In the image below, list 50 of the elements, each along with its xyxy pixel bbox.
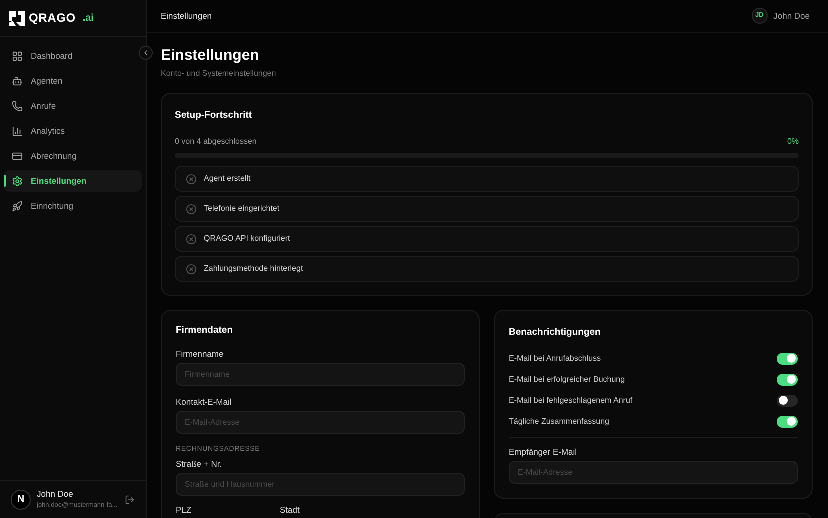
logout-icon[interactable] bbox=[125, 494, 135, 504]
card-title: Benachrichtigungen bbox=[509, 326, 602, 340]
step-label: Telefonie eingerichtet bbox=[204, 204, 280, 214]
rocket-icon bbox=[12, 200, 23, 212]
header-title: Einstellungen bbox=[161, 10, 212, 22]
toggle-switch[interactable] bbox=[777, 374, 798, 386]
toggle-switch[interactable] bbox=[777, 394, 798, 406]
field-label: Firmenname bbox=[176, 349, 225, 360]
field-label: Straße + Nr. bbox=[176, 459, 224, 470]
card-title: Setup-Fortschritt bbox=[175, 109, 254, 123]
nav-item[interactable]: Dashboard bbox=[4, 45, 142, 67]
field-label: PLZ bbox=[176, 505, 193, 516]
progress-percent: 0% bbox=[787, 136, 799, 148]
nav-item[interactable]: Agenten bbox=[4, 70, 142, 92]
field-label: Empfänger E-Mail bbox=[509, 446, 578, 456]
settings-icon bbox=[12, 176, 23, 186]
toggle-switch[interactable] bbox=[777, 352, 798, 364]
page-title: Einstellungen bbox=[161, 47, 260, 65]
field-label: Stadt bbox=[280, 505, 301, 516]
step-label: Zahlungsmethode hinterlegt bbox=[204, 264, 304, 274]
toggle-switch[interactable] bbox=[777, 416, 798, 428]
field-label: Kontakt-E-Mail bbox=[176, 397, 233, 408]
nav-item[interactable]: Abrechnung bbox=[4, 145, 142, 167]
avatar: N bbox=[11, 490, 31, 510]
bar-chart-icon bbox=[12, 126, 23, 136]
active-indicator bbox=[4, 175, 6, 187]
nav-item[interactable]: Anrufe bbox=[4, 95, 142, 117]
credit-card-icon bbox=[12, 150, 23, 162]
step-label: Agent erstellt bbox=[204, 174, 251, 184]
toggle-label: E-Mail bei Anrufabschluss bbox=[509, 352, 602, 364]
nav-item[interactable]: Analytics bbox=[4, 120, 142, 142]
progress-summary: 0 von 4 abgeschlossen bbox=[175, 136, 257, 148]
collapse-button[interactable] bbox=[139, 46, 153, 60]
user-name: John Doe bbox=[37, 488, 74, 501]
card-title: Firmendaten bbox=[176, 325, 234, 338]
grid-icon bbox=[12, 50, 23, 62]
brand-suffix: .ai bbox=[82, 12, 94, 26]
logo-icon bbox=[9, 10, 25, 26]
toggle-label: E-Mail bei erfolgreicher Buchung bbox=[509, 374, 626, 386]
user-name: John Doe bbox=[774, 10, 810, 22]
toggle-label: Tägliche Zusammenfassung bbox=[509, 416, 610, 428]
nav-item[interactable]: Einstellungen bbox=[4, 170, 142, 192]
chevron-left-icon bbox=[142, 49, 150, 57]
robot-icon bbox=[12, 76, 23, 86]
page-subtitle: Konto- und Systemeinstellungen bbox=[161, 68, 278, 80]
brand-name: QRAGO bbox=[29, 10, 76, 27]
toggle-label: E-Mail bei fehlgeschlagenem Anruf bbox=[509, 394, 633, 406]
step-label: QRAGO API konfiguriert bbox=[204, 234, 290, 244]
phone-icon bbox=[12, 100, 23, 112]
nav-item[interactable]: Einrichtung bbox=[4, 195, 142, 217]
